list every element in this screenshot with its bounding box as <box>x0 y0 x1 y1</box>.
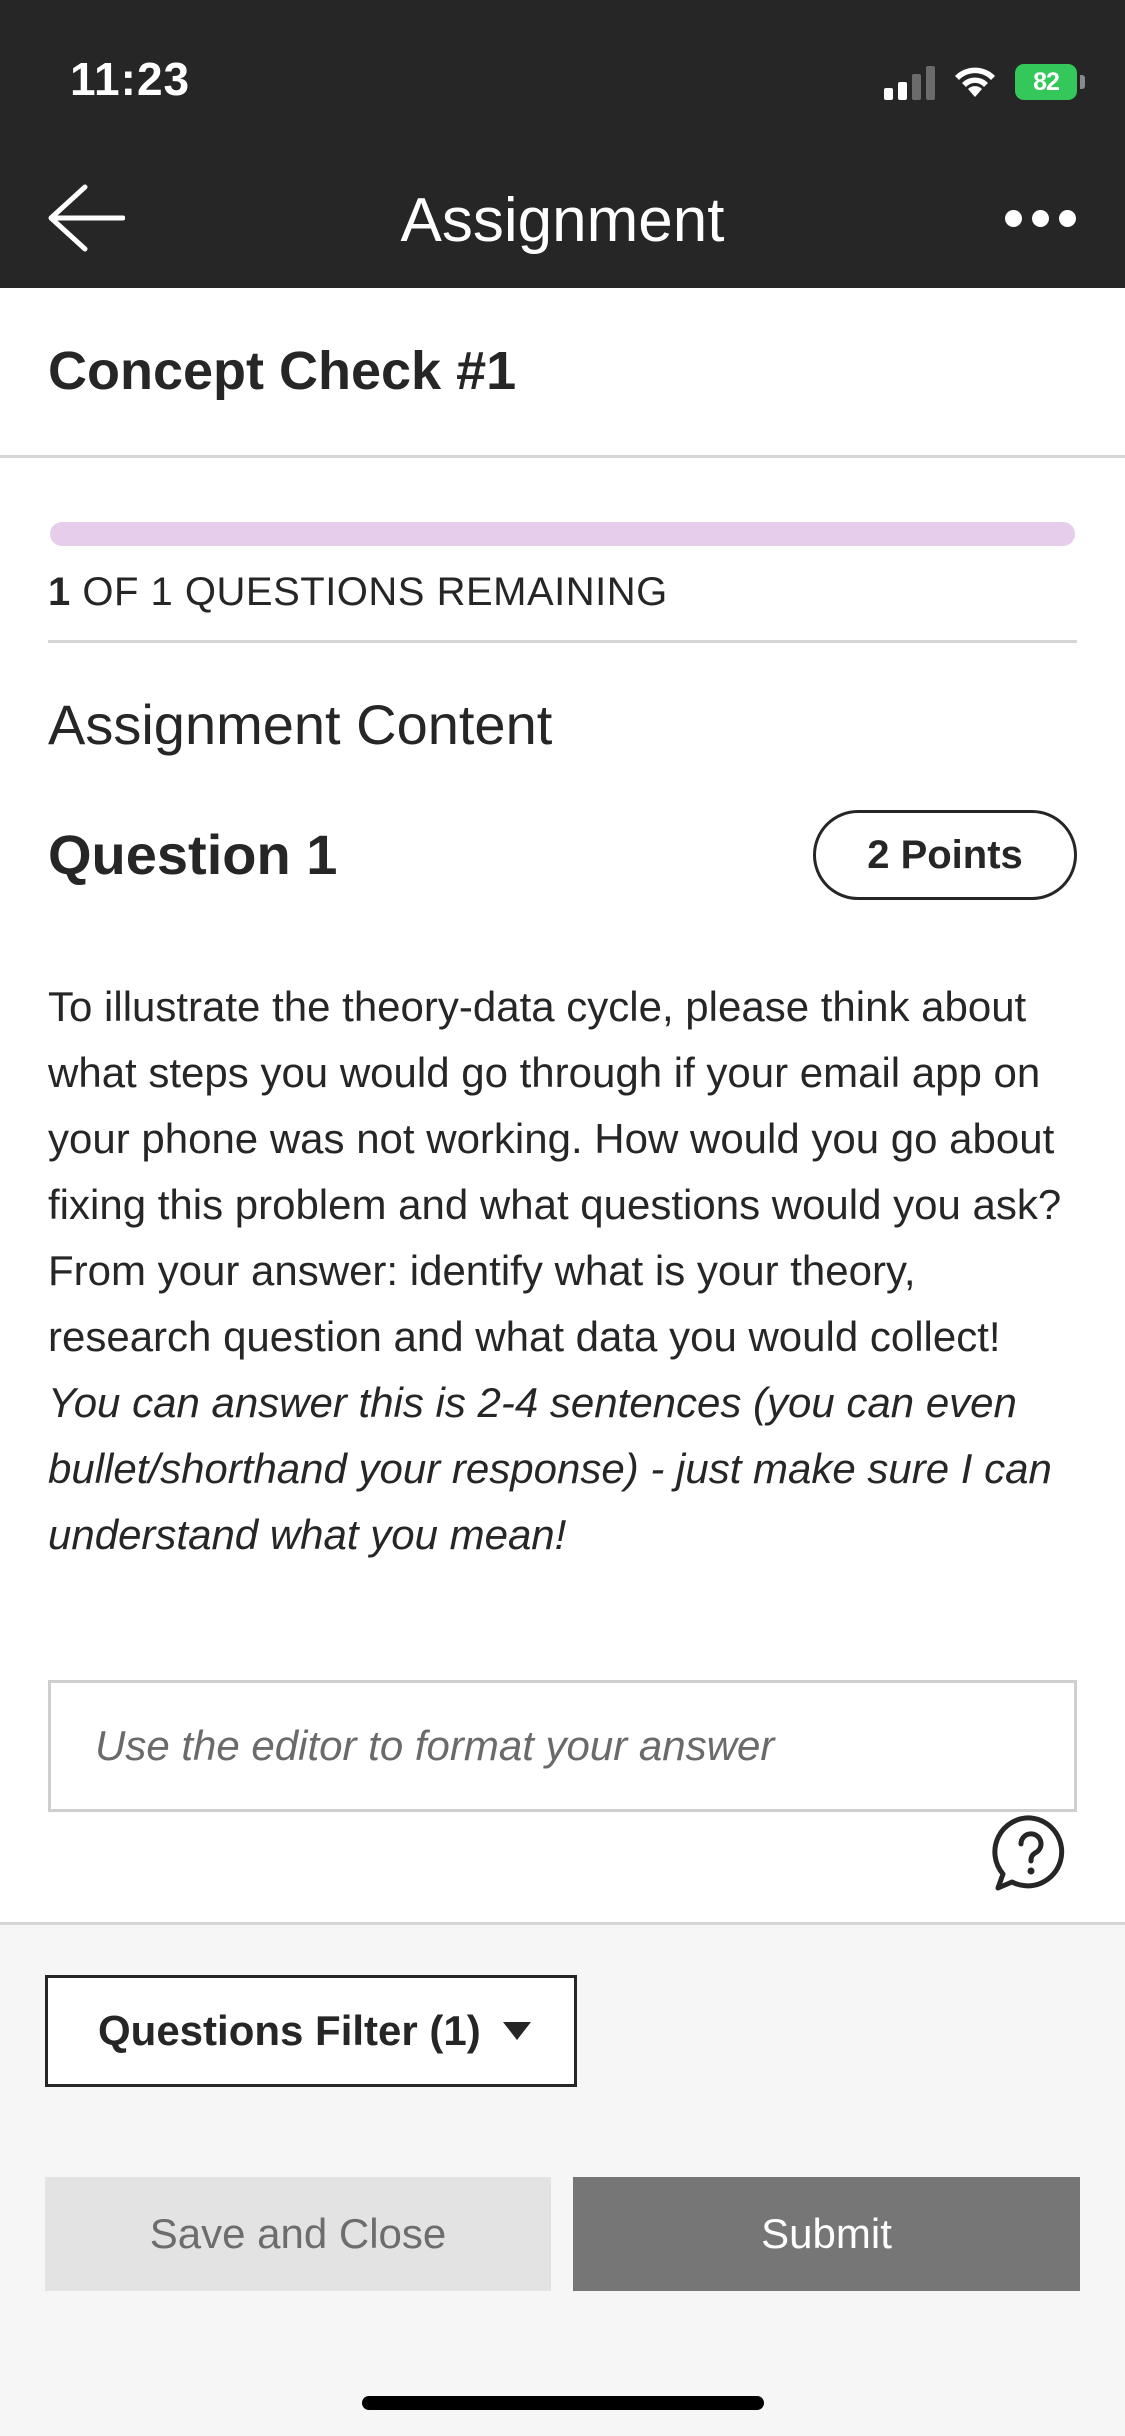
assignment-title-bar: Concept Check #1 <box>0 288 1125 458</box>
save-and-close-button[interactable]: Save and Close <box>45 2177 551 2291</box>
question-heading: Question 1 <box>48 823 338 886</box>
answer-input[interactable] <box>51 1683 1074 1809</box>
question-instructions: You can answer this is 2-4 sentences (yo… <box>48 1379 1052 1558</box>
questions-remaining-text: OF 1 QUESTIONS REMAINING <box>82 570 668 614</box>
home-indicator[interactable] <box>362 2396 764 2410</box>
questions-remaining-label: 1 OF 1 QUESTIONS REMAINING <box>48 570 668 615</box>
help-chat-icon <box>992 1815 1065 1891</box>
battery-level: 82 <box>1015 64 1077 100</box>
question-prompt: To illustrate the theory-data cycle, ple… <box>48 983 1062 1360</box>
questions-filter-button[interactable]: Questions Filter (1) <box>45 1975 577 2087</box>
submit-button[interactable]: Submit <box>573 2177 1080 2291</box>
points-badge: 2 Points <box>813 810 1077 900</box>
questions-remaining-count: 1 <box>48 570 71 614</box>
answer-editor[interactable] <box>48 1680 1077 1812</box>
help-button[interactable] <box>990 1812 1072 1894</box>
status-time: 11:23 <box>70 53 191 105</box>
assignment-screen: 11:23 82 Assignment Concept Check #1 1 O… <box>0 0 1125 2436</box>
wifi-icon <box>955 67 995 97</box>
screen-title: Assignment <box>400 186 725 255</box>
caret-down-icon <box>502 2022 531 2040</box>
battery-icon: 82 <box>1015 64 1085 100</box>
cellular-signal-icon <box>884 64 935 100</box>
divider <box>48 640 1077 643</box>
footer-bar: Questions Filter (1) Save and Close Subm… <box>0 1922 1125 2436</box>
more-dots-icon <box>1004 209 1022 227</box>
more-options-button[interactable] <box>995 196 1085 240</box>
questions-filter-label: Questions Filter (1) <box>98 2007 481 2054</box>
progress-bar <box>50 522 1075 546</box>
question-text: To illustrate the theory-data cycle, ple… <box>48 974 1088 1568</box>
assignment-title: Concept Check #1 <box>48 341 517 401</box>
section-heading: Assignment Content <box>48 693 553 756</box>
app-header: 11:23 82 Assignment <box>0 0 1125 288</box>
status-indicators: 82 <box>884 60 1085 104</box>
